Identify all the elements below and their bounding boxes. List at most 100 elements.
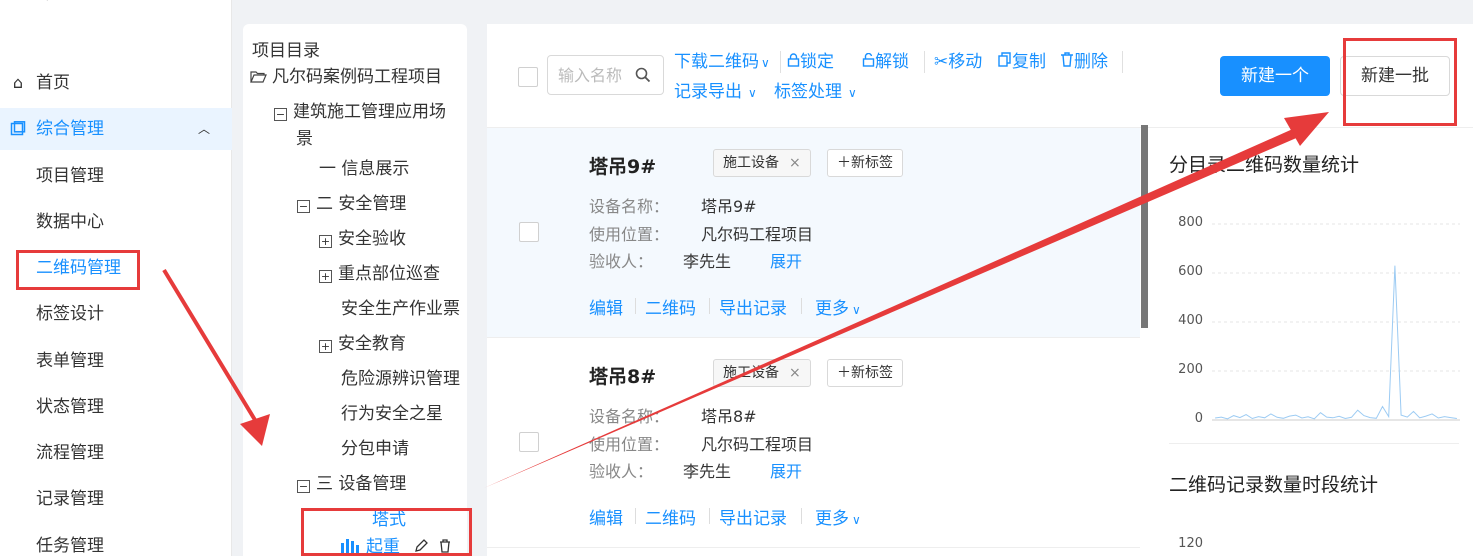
download-qr-button[interactable]: 下载二维码 ∨	[674, 51, 770, 74]
sidebar-item-label: 表单管理	[36, 351, 104, 371]
sidebar-item-workflow[interactable]: 流程管理	[0, 432, 232, 474]
expand-icon[interactable]: +	[319, 235, 332, 248]
tree-node-subcontract[interactable]: 分包申请	[341, 438, 409, 460]
sidebar-item-status[interactable]: 状态管理	[0, 386, 232, 428]
chevron-down-icon: ∨	[848, 86, 857, 100]
tree-node-info[interactable]: 一 信息展示	[319, 158, 409, 180]
new-one-button[interactable]: 新建一个	[1220, 56, 1330, 96]
tree-node-root[interactable]: 凡尔码案例码工程项目	[250, 66, 442, 88]
sidebar-item-projects[interactable]: 项目管理	[0, 155, 232, 197]
action-divider	[709, 298, 710, 314]
qrcode-link[interactable]: 二维码	[645, 504, 696, 529]
expand-link[interactable]: 展开	[770, 458, 802, 482]
sidebar-item-label: 项目管理	[36, 166, 104, 186]
more-label: 更多	[815, 509, 849, 529]
field-value: 凡尔码工程项目	[701, 225, 814, 244]
expand-icon[interactable]: +	[319, 270, 332, 283]
select-all-checkbox[interactable]	[518, 67, 538, 87]
close-icon[interactable]: ×	[789, 365, 801, 381]
export-record-link[interactable]: 导出记录	[719, 294, 787, 319]
field-label: 设备名称：	[589, 407, 670, 426]
export-record-link[interactable]: 导出记录	[719, 504, 787, 529]
tag-process-button[interactable]: 标签处理 ∨	[774, 81, 857, 104]
chevron-down-icon: ∨	[761, 56, 770, 70]
tree-node-work-ticket[interactable]: 安全生产作业票	[341, 298, 460, 320]
export-records-label: 记录导出	[674, 82, 742, 102]
sidebar-item-label: 标签设计	[36, 304, 104, 324]
move-label: 移动	[948, 52, 983, 72]
sidebar-group-general[interactable]: 综合管理 ︿	[0, 108, 232, 150]
record-title[interactable]: 塔吊8#	[589, 362, 656, 389]
lock-button[interactable]: 锁定	[787, 51, 834, 73]
sidebar-item-label-design[interactable]: 标签设计	[0, 293, 232, 335]
add-tag-label: 新标签	[851, 365, 893, 381]
copy-button[interactable]: 复制	[998, 51, 1046, 73]
search-box[interactable]	[547, 55, 664, 95]
edit-link[interactable]: 编辑	[589, 504, 623, 529]
chevron-up-icon: ︿	[198, 122, 211, 136]
sidebar-item-records[interactable]: 记录管理	[0, 478, 232, 520]
chart-y-tick: 120	[1178, 536, 1203, 551]
collapse-icon[interactable]: −	[297, 480, 310, 493]
list-scrollbar[interactable]	[1141, 125, 1148, 328]
close-icon[interactable]: ×	[789, 155, 801, 171]
plus-icon: ＋	[837, 365, 851, 381]
chart-y-tick: 0	[1194, 411, 1203, 426]
unlock-button[interactable]: 解锁	[862, 51, 909, 73]
sidebar-item-tasks[interactable]: 任务管理	[0, 525, 232, 556]
tree-node-safety-star[interactable]: 行为安全之星	[341, 403, 443, 425]
tree-node-patrol[interactable]: + 重点部位巡查	[319, 263, 440, 285]
sidebar-item-label: 任务管理	[36, 536, 104, 556]
chart-y-tick: 400	[1178, 313, 1203, 328]
chevron-down-icon: ∨	[852, 303, 861, 317]
tree-node-equipment[interactable]: − 三 设备管理	[297, 473, 406, 495]
download-qr-label: 下载二维码	[674, 52, 759, 72]
sidebar-item-label: 状态管理	[36, 397, 104, 417]
record-title[interactable]: 塔吊9#	[589, 152, 656, 179]
collapse-icon[interactable]: −	[274, 108, 287, 121]
more-dropdown[interactable]: 更多 ∨	[815, 504, 861, 529]
tree-title: 项目目录	[252, 41, 320, 61]
expand-link[interactable]: 展开	[770, 248, 802, 272]
tree-node-safety[interactable]: − 二 安全管理	[297, 193, 406, 215]
sidebar-item-home[interactable]: ⌂ 首页	[0, 62, 232, 104]
delete-button[interactable]: 删除	[1060, 51, 1108, 73]
sidebar-item-label: 数据中心	[36, 212, 104, 232]
tree-node-hazard[interactable]: 危险源辨识管理	[341, 368, 460, 390]
expand-icon[interactable]: +	[319, 340, 332, 353]
sidebar-item-label: 记录管理	[36, 489, 104, 509]
tree-node-label: 建筑施工管理应用场	[293, 102, 446, 122]
tree-node-construction[interactable]: − 建筑施工管理应用场	[274, 101, 446, 123]
add-tag-button[interactable]: ＋新标签	[827, 149, 903, 177]
tree-node-label-wrap: 景	[296, 129, 313, 149]
field-label: 设备名称：	[589, 197, 670, 216]
add-tag-button[interactable]: ＋新标签	[827, 359, 903, 387]
edit-link[interactable]: 编辑	[589, 294, 623, 319]
chart-title: 分目录二维码数量统计	[1169, 154, 1360, 176]
search-input[interactable]	[558, 65, 636, 85]
annotation-box-new-batch	[1343, 38, 1457, 126]
export-records-button[interactable]: 记录导出 ∨	[674, 81, 757, 104]
collapse-icon[interactable]: −	[297, 200, 310, 213]
annotation-box-qrcode-menu	[16, 250, 140, 290]
search-icon[interactable]	[635, 67, 651, 83]
tree-node-education[interactable]: + 安全教育	[319, 333, 406, 355]
tree-node-safety-acceptance[interactable]: + 安全验收	[319, 228, 406, 250]
toolbar-divider	[780, 51, 781, 73]
move-button[interactable]: ✂移动	[934, 51, 982, 73]
toolbar-divider	[924, 51, 925, 73]
chevron-down-icon: ∨	[852, 513, 861, 527]
record-checkbox[interactable]	[519, 222, 539, 242]
more-dropdown[interactable]: 更多 ∨	[815, 294, 861, 319]
chart-title: 二维码记录数量时段统计	[1169, 474, 1379, 496]
lock-label: 锁定	[800, 52, 834, 72]
qrcode-link[interactable]: 二维码	[645, 294, 696, 319]
record-checkbox[interactable]	[519, 432, 539, 452]
action-divider	[801, 298, 802, 314]
chevron-down-icon: ∨	[748, 86, 757, 100]
tree-node-label: 安全验收	[338, 229, 406, 249]
annotation-box-tree-node	[301, 508, 472, 556]
tag-chip: 施工设备 ×	[713, 359, 811, 387]
sidebar-item-forms[interactable]: 表单管理	[0, 340, 232, 382]
sidebar-item-data-center[interactable]: 数据中心	[0, 201, 232, 243]
